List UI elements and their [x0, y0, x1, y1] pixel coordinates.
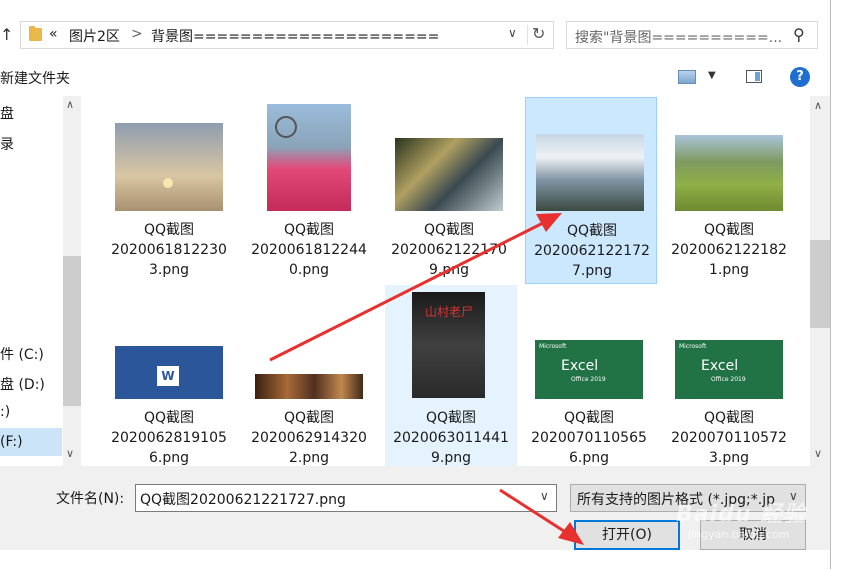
- annotation-arrow-head: [536, 213, 562, 232]
- annotation-arrows: [269, 213, 584, 545]
- annotation-arrow-line: [269, 220, 546, 362]
- annotation-arrow-head: [558, 522, 584, 545]
- annotation-arrow-line: [499, 488, 571, 537]
